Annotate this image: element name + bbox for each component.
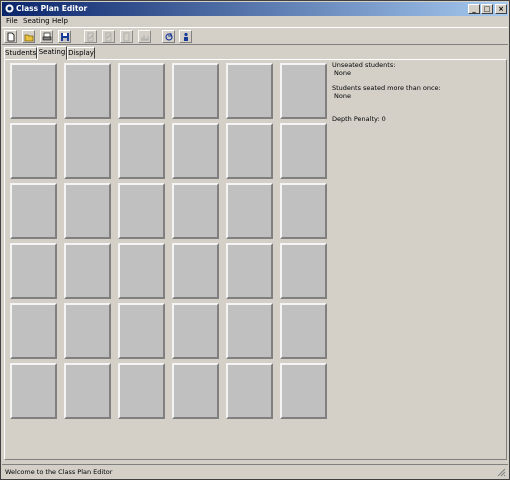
multi-seated-label: Students seated more than once: <box>332 84 441 92</box>
close-button[interactable]: × <box>495 4 507 14</box>
seat-r3-c4[interactable] <box>172 183 219 239</box>
seat-r6-c6[interactable] <box>280 363 327 419</box>
blank-button[interactable] <box>120 30 133 43</box>
refresh-icon <box>165 33 173 41</box>
seating-info: Unseated students: None Students seated … <box>332 61 441 123</box>
seat-r1-c6[interactable] <box>280 63 327 119</box>
seat-r6-c2[interactable] <box>64 363 111 419</box>
seat-r4-c6[interactable] <box>280 243 327 299</box>
seat-r4-c2[interactable] <box>64 243 111 299</box>
seat-r1-c1[interactable] <box>10 63 57 119</box>
resize-grip-icon[interactable] <box>496 467 506 477</box>
title-bar[interactable]: Class Plan Editor _ □ × <box>2 2 508 16</box>
seat-r1-c3[interactable] <box>118 63 165 119</box>
seat-r3-c3[interactable] <box>118 183 165 239</box>
maximize-button[interactable]: □ <box>481 4 493 14</box>
seat-r2-c5[interactable] <box>226 123 273 179</box>
menu-file[interactable]: File <box>6 17 18 26</box>
status-bar: Welcome to the Class Plan Editor <box>2 464 508 479</box>
chart-icon <box>141 35 149 41</box>
open-folder-icon <box>24 34 34 42</box>
unseated-value: None <box>334 69 351 77</box>
seat-r4-c3[interactable] <box>118 243 165 299</box>
seat-r1-c5[interactable] <box>226 63 273 119</box>
seat-r5-c1[interactable] <box>10 303 57 359</box>
print-button[interactable] <box>40 30 53 43</box>
seat-r2-c6[interactable] <box>280 123 327 179</box>
seat-r5-c4[interactable] <box>172 303 219 359</box>
multi-seated-value: None <box>334 92 351 100</box>
person-button[interactable] <box>179 30 192 43</box>
window-title: Class Plan Editor <box>16 4 88 13</box>
menu-seating[interactable]: Seating <box>23 17 50 26</box>
seat-r2-c3[interactable] <box>118 123 165 179</box>
status-text: Welcome to the Class Plan Editor <box>5 468 113 476</box>
seat-r3-c5[interactable] <box>226 183 273 239</box>
edit-seat-button[interactable] <box>102 30 115 43</box>
seat-r4-c4[interactable] <box>172 243 219 299</box>
unseated-label: Unseated students: <box>332 61 396 69</box>
seat-r1-c4[interactable] <box>172 63 219 119</box>
seat-r6-c1[interactable] <box>10 363 57 419</box>
toolbar <box>2 27 508 45</box>
seat-r6-c3[interactable] <box>118 363 165 419</box>
chart-button[interactable] <box>138 30 151 43</box>
seat-r6-c5[interactable] <box>226 363 273 419</box>
new-button[interactable] <box>4 30 17 43</box>
seat-r5-c6[interactable] <box>280 303 327 359</box>
person-icon <box>184 32 188 41</box>
tab-students[interactable]: Students <box>4 47 37 59</box>
edit-button[interactable] <box>84 30 97 43</box>
depth-penalty: Depth Penalty: 0 <box>332 115 386 123</box>
seat-r5-c5[interactable] <box>226 303 273 359</box>
seat-r1-c2[interactable] <box>64 63 111 119</box>
blank-document-icon <box>123 32 130 42</box>
tab-seating[interactable]: Seating <box>37 46 67 60</box>
edit-icon <box>87 32 94 42</box>
tab-display[interactable]: Display <box>67 47 95 59</box>
refresh-button[interactable] <box>162 30 175 43</box>
save-button[interactable] <box>58 30 71 43</box>
minimize-button[interactable]: _ <box>468 4 480 14</box>
seat-r4-c5[interactable] <box>226 243 273 299</box>
save-icon <box>61 33 69 41</box>
seat-r3-c1[interactable] <box>10 183 57 239</box>
seat-r4-c1[interactable] <box>10 243 57 299</box>
app-window: Class Plan Editor _ □ × File Seating Hel… <box>0 0 510 480</box>
new-document-icon <box>7 32 15 42</box>
print-icon <box>42 32 52 41</box>
seat-r2-c4[interactable] <box>172 123 219 179</box>
edit-seat-icon <box>105 32 112 42</box>
seat-r3-c6[interactable] <box>280 183 327 239</box>
app-icon <box>5 4 14 13</box>
seat-r5-c2[interactable] <box>64 303 111 359</box>
seat-r2-c2[interactable] <box>64 123 111 179</box>
menu-help[interactable]: Help <box>52 17 68 26</box>
seat-r5-c3[interactable] <box>118 303 165 359</box>
menu-bar: File Seating Help <box>2 16 508 27</box>
seat-r6-c4[interactable] <box>172 363 219 419</box>
open-button[interactable] <box>22 30 35 43</box>
seat-r3-c2[interactable] <box>64 183 111 239</box>
seat-r2-c1[interactable] <box>10 123 57 179</box>
